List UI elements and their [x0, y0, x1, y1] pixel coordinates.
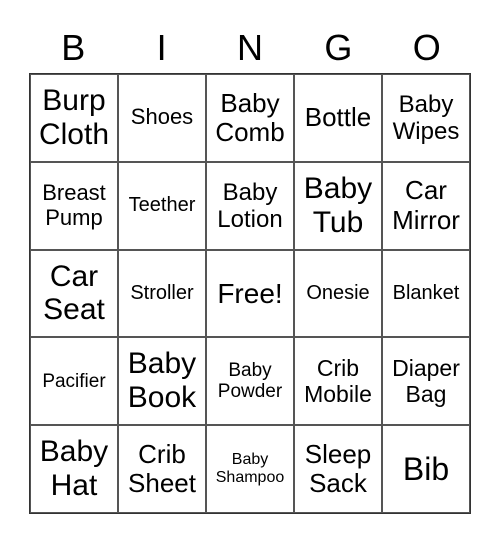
header-letter: B	[61, 27, 86, 68]
bingo-cell[interactable]: Sleep Sack	[294, 425, 382, 513]
bingo-cell[interactable]: Crib Sheet	[118, 425, 206, 513]
free-space-cell[interactable]: Free!	[206, 249, 294, 338]
bingo-cell[interactable]: Onesie	[294, 249, 382, 338]
bingo-cell[interactable]: Diaper Bag	[382, 337, 470, 426]
bingo-cell[interactable]: Bib	[382, 425, 470, 513]
bingo-cell[interactable]: Crib Mobile	[294, 337, 382, 426]
bingo-cell[interactable]: Pacifier	[30, 337, 118, 426]
bingo-cell[interactable]: Burp Cloth	[30, 74, 118, 162]
bingo-cell[interactable]: Car Mirror	[382, 161, 470, 250]
header-letter: N	[236, 27, 263, 68]
bingo-cell[interactable]: Baby Powder	[206, 337, 294, 426]
header-letter: G	[324, 27, 353, 68]
bingo-cell[interactable]: Breast Pump	[30, 161, 118, 250]
header-letter: O	[412, 27, 441, 68]
bingo-cell[interactable]: Bottle	[294, 74, 382, 162]
bingo-cell[interactable]: Baby Comb	[206, 74, 294, 162]
bingo-header: BINGO	[29, 26, 471, 70]
bingo-cell[interactable]: Baby Wipes	[382, 74, 470, 162]
bingo-cell[interactable]: Car Seat	[30, 249, 118, 338]
header-letter: I	[156, 27, 167, 68]
bingo-cell[interactable]: Baby Hat	[30, 425, 118, 513]
bingo-card-grid: Burp Cloth Shoes Baby Comb Bottle Baby Wipes…	[29, 73, 471, 514]
bingo-cell[interactable]: Baby Lotion	[206, 161, 294, 250]
bingo-cell[interactable]: Stroller	[118, 249, 206, 338]
bingo-cell[interactable]: Shoes	[118, 74, 206, 162]
bingo-cell[interactable]: Baby Tub	[294, 161, 382, 250]
bingo-cell[interactable]: Baby Shampoo	[206, 425, 294, 513]
bingo-cell[interactable]: Baby Book	[118, 337, 206, 426]
bingo-cell[interactable]: Blanket	[382, 249, 470, 338]
bingo-cell[interactable]: Teether	[118, 161, 206, 250]
